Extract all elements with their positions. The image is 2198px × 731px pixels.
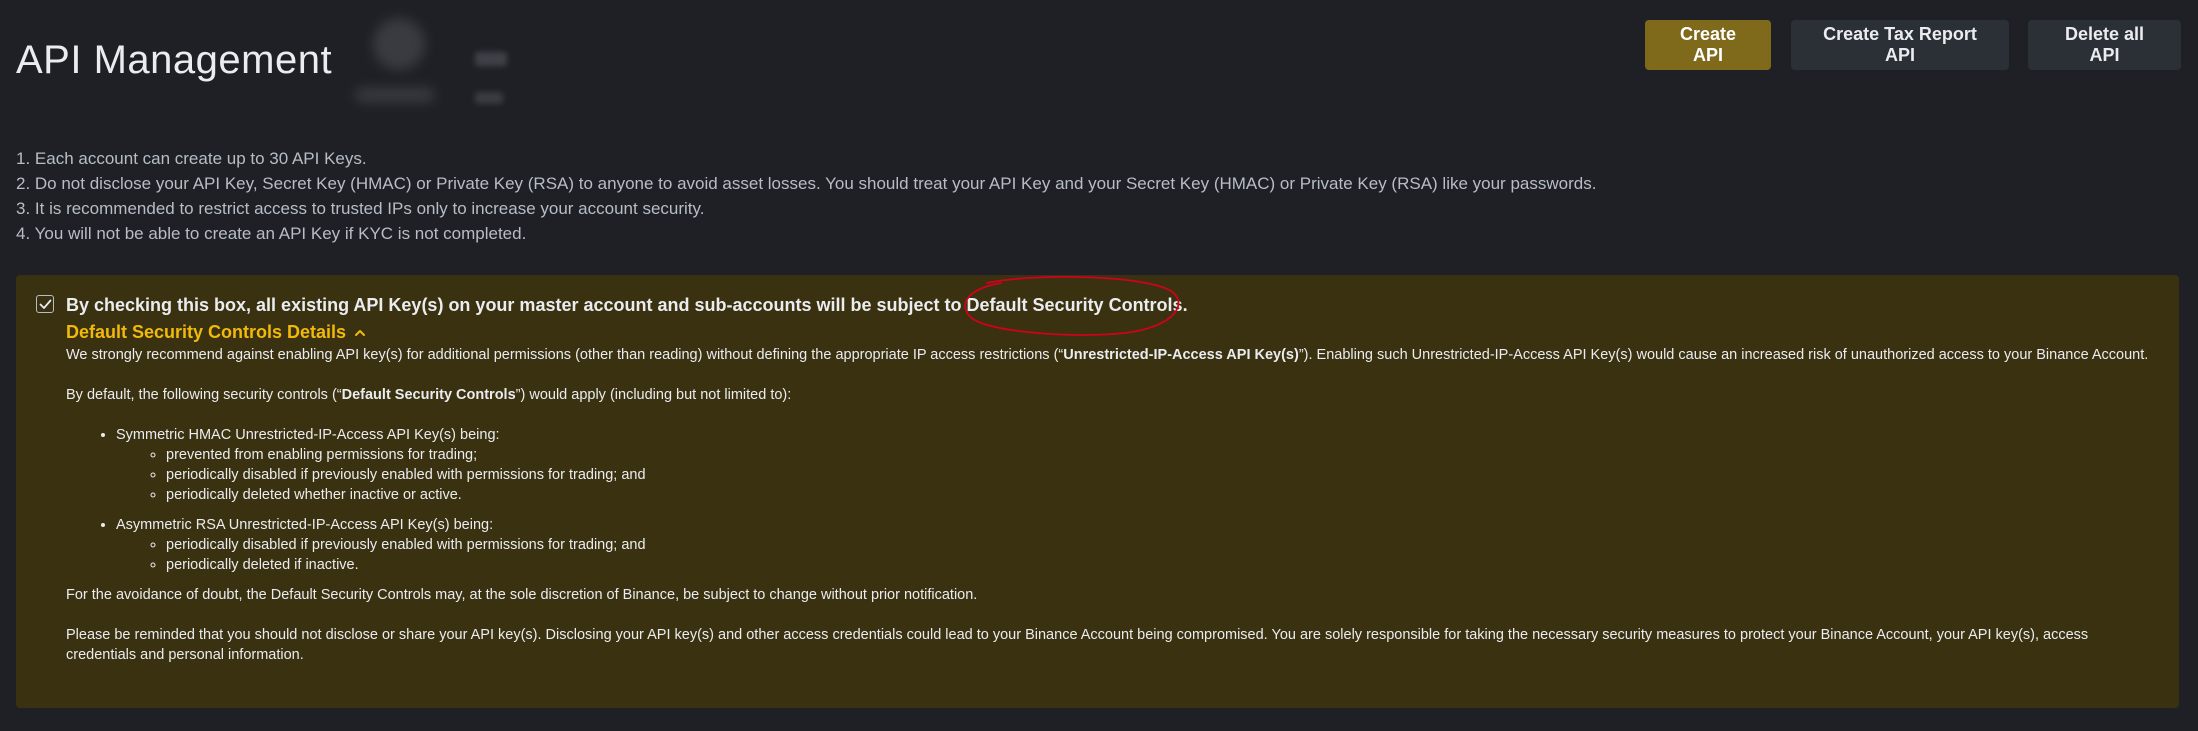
blurred-badge-secondary <box>475 92 503 104</box>
text-span: ”) would apply (including but not limite… <box>515 387 792 403</box>
list-item: periodically disabled if previously enab… <box>166 465 2156 485</box>
hmac-controls-sublist: prevented from enabling permissions for … <box>116 445 2156 505</box>
bold-term: Default Security Controls <box>341 387 516 403</box>
create-tax-report-api-button[interactable]: Create Tax Report API <box>1791 20 2009 70</box>
text-span: We strongly recommend against enabling A… <box>66 347 1064 363</box>
note-item: 4. You will not be able to create an API… <box>16 224 527 243</box>
list-heading: Asymmetric RSA Unrestricted-IP-Access AP… <box>116 517 494 533</box>
note-item: 2. Do not disclose your API Key, Secret … <box>16 174 1597 193</box>
details-link-label: Default Security Controls Details <box>66 322 347 342</box>
list-item: prevented from enabling permissions for … <box>166 445 2156 465</box>
list-item: periodically deleted whether inactive or… <box>166 485 2156 505</box>
blurred-badge <box>475 52 507 66</box>
security-controls-details-toggle[interactable]: Default Security Controls Details <box>66 322 366 343</box>
list-item: periodically disabled if previously enab… <box>166 535 2156 555</box>
bold-term: Unrestricted-IP-Access API Key(s) <box>1063 347 1299 363</box>
statement-text: By checking this box, all existing API K… <box>66 295 967 315</box>
text-span: By default, the following security contr… <box>66 387 342 403</box>
list-item: periodically deleted if inactive. <box>166 555 2156 575</box>
check-icon <box>39 299 51 309</box>
details-paragraph: By default, the following security contr… <box>66 385 2156 405</box>
delete-all-api-button[interactable]: Delete all API <box>2028 20 2181 70</box>
rsa-controls-item: Asymmetric RSA Unrestricted-IP-Access AP… <box>116 515 2156 575</box>
highlighted-term-text: Default Security Controls. <box>966 295 1188 315</box>
rsa-controls-sublist: periodically disabled if previously enab… <box>116 535 2156 575</box>
security-controls-checkbox[interactable] <box>36 295 54 313</box>
controls-list: Symmetric HMAC Unrestricted-IP-Access AP… <box>66 425 2156 575</box>
page-title: API Management <box>16 38 333 82</box>
default-security-controls-panel: By checking this box, all existing API K… <box>16 275 2179 708</box>
blurred-avatar <box>345 8 435 108</box>
create-api-button[interactable]: Create API <box>1645 20 1771 70</box>
default-security-controls-term: Default Security Controls. <box>963 276 1188 336</box>
details-paragraph: For the avoidance of doubt, the Default … <box>66 587 978 603</box>
api-notes-list: 1. Each account can create up to 30 API … <box>16 146 1596 246</box>
api-management-page: API Management Create API Create Tax Rep… <box>0 0 2198 731</box>
security-controls-statement: By checking this box, all existing API K… <box>66 276 1188 336</box>
hmac-controls-item: Symmetric HMAC Unrestricted-IP-Access AP… <box>116 425 2156 505</box>
note-item: 3. It is recommended to restrict access … <box>16 199 705 218</box>
note-item: 1. Each account can create up to 30 API … <box>16 149 367 168</box>
details-paragraph: We strongly recommend against enabling A… <box>66 345 2156 365</box>
chevron-up-icon <box>355 330 366 336</box>
list-heading: Symmetric HMAC Unrestricted-IP-Access AP… <box>116 427 500 443</box>
text-span: ”). Enabling such Unrestricted-IP-Access… <box>1298 347 2149 363</box>
security-controls-details: We strongly recommend against enabling A… <box>66 345 2156 685</box>
details-paragraph: Please be reminded that you should not d… <box>66 627 2089 663</box>
